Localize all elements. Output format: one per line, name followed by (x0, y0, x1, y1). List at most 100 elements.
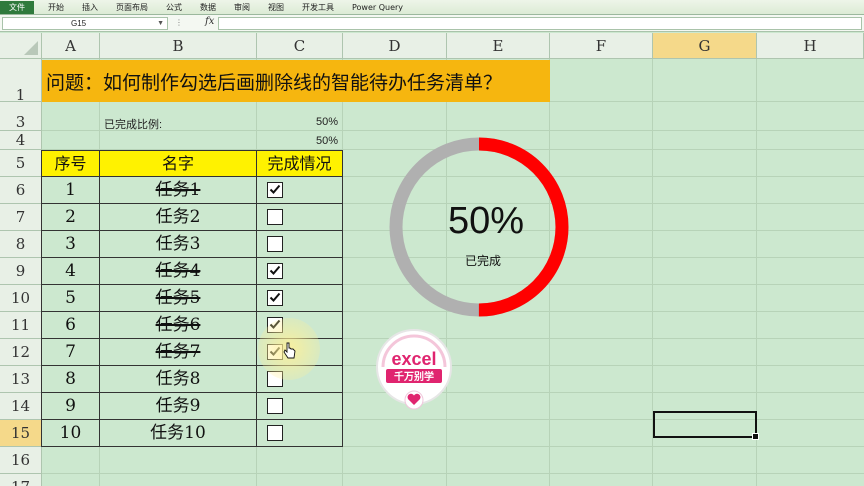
row-header-7[interactable]: 7 (0, 204, 42, 231)
column-header-h[interactable]: H (757, 33, 864, 59)
completion-ratio-value[interactable]: 50% (316, 116, 338, 128)
checkbox-unchecked[interactable] (267, 236, 283, 252)
task-status-cell (257, 204, 343, 231)
checkmark-icon (269, 184, 281, 194)
ribbon-tab-data[interactable]: 数据 (196, 1, 220, 14)
checkbox-unchecked[interactable] (267, 425, 283, 441)
column-header-g[interactable]: G (653, 33, 757, 59)
task-number-cell[interactable]: 8 (41, 366, 100, 393)
ribbon-tab-review[interactable]: 审阅 (230, 1, 254, 14)
column-header-d[interactable]: D (343, 33, 447, 59)
task-name-text: 任务2 (155, 207, 201, 227)
completion-ratio-value-2[interactable]: 50% (316, 135, 338, 147)
header-name[interactable]: 名字 (100, 150, 257, 177)
task-name-text: 任务8 (155, 369, 201, 389)
task-name-cell[interactable]: 任务9 (100, 393, 257, 420)
task-number-cell[interactable]: 6 (41, 312, 100, 339)
task-status-cell (257, 177, 343, 204)
donut-caption: 已完成 (465, 253, 501, 268)
gridline (42, 473, 864, 474)
row-header-17[interactable]: 17 (0, 474, 42, 486)
task-number-cell[interactable]: 1 (41, 177, 100, 204)
ribbon-tab-developer[interactable]: 开发工具 (298, 1, 338, 14)
row-header-1[interactable]: 1 (0, 59, 42, 104)
formula-bar: G15 ▼ ⋮ fx (0, 15, 864, 32)
task-name-text: 任务7 (155, 342, 201, 362)
column-header-f[interactable]: F (550, 33, 653, 59)
task-name-cell[interactable]: 任务10 (100, 420, 257, 447)
selected-cell-g15[interactable] (653, 411, 759, 440)
chevron-down-icon[interactable]: ▼ (157, 18, 164, 29)
task-name-cell[interactable]: 任务8 (100, 366, 257, 393)
ribbon-tab-insert[interactable]: 插入 (78, 1, 102, 14)
completion-ratio-label[interactable]: 已完成比例: (104, 116, 162, 132)
ribbon-tab-home[interactable]: 开始 (44, 1, 68, 14)
task-number-cell[interactable]: 9 (41, 393, 100, 420)
task-name-cell[interactable]: 任务2 (100, 204, 257, 231)
checkbox-unchecked[interactable] (267, 398, 283, 414)
task-number-cell[interactable]: 5 (41, 285, 100, 312)
name-box-value: G15 (71, 19, 87, 28)
task-name-cell[interactable]: 任务4 (100, 258, 257, 285)
task-number-cell[interactable]: 10 (41, 420, 100, 447)
row-header-13[interactable]: 13 (0, 366, 42, 393)
checkbox-unchecked[interactable] (267, 209, 283, 225)
task-name-text: 任务3 (155, 234, 201, 254)
row-header-16[interactable]: 16 (0, 447, 42, 474)
ribbon-tab-view[interactable]: 视图 (264, 1, 288, 14)
formula-input[interactable] (218, 17, 862, 30)
name-box[interactable]: G15 ▼ (2, 17, 168, 30)
task-number-cell[interactable]: 3 (41, 231, 100, 258)
task-name-cell[interactable]: 任务7 (100, 339, 257, 366)
excel-window: 文件 开始 插入 页面布局 公式 数据 审阅 视图 开发工具 Power Que… (0, 0, 864, 486)
task-name-cell[interactable]: 任务3 (100, 231, 257, 258)
excel-brand-logo: excel 千万别学 (376, 329, 452, 410)
task-name-text: 任务6 (155, 315, 201, 335)
row-header-6[interactable]: 6 (0, 177, 42, 204)
task-status-cell (257, 258, 343, 285)
column-header-c[interactable]: C (257, 33, 343, 59)
row-header-15[interactable]: 15 (0, 420, 42, 447)
row-header-8[interactable]: 8 (0, 231, 42, 258)
ribbon-tab-file[interactable]: 文件 (0, 1, 34, 14)
checkbox-checked[interactable] (267, 182, 283, 198)
task-number-cell[interactable]: 2 (41, 204, 100, 231)
column-header-b[interactable]: B (100, 33, 257, 59)
task-name-cell[interactable]: 任务6 (100, 312, 257, 339)
header-serial-number[interactable]: 序号 (41, 150, 100, 177)
question-title-cell[interactable]: 问题：如何制作勾选后画删除线的智能待办任务清单？ (42, 60, 550, 102)
task-status-cell (257, 231, 343, 258)
task-number-cell[interactable]: 7 (41, 339, 100, 366)
checkbox-checked[interactable] (267, 263, 283, 279)
task-name-text: 任务5 (155, 288, 201, 308)
row-header-14[interactable]: 14 (0, 393, 42, 420)
logo-wordmark: excel (391, 349, 436, 369)
task-status-cell (257, 420, 343, 447)
row-header-12[interactable]: 12 (0, 339, 42, 366)
task-name-cell[interactable]: 任务5 (100, 285, 257, 312)
ribbon-tab-bar: 文件 开始 插入 页面布局 公式 数据 审阅 视图 开发工具 Power Que… (0, 0, 864, 15)
ribbon-tab-formulas[interactable]: 公式 (162, 1, 186, 14)
ribbon-tab-power-query[interactable]: Power Query (348, 1, 407, 14)
task-status-cell (257, 393, 343, 420)
task-name-cell[interactable]: 任务1 (100, 177, 257, 204)
task-number-cell[interactable]: 4 (41, 258, 100, 285)
checkbox-checked[interactable] (267, 290, 283, 306)
checkmark-icon (269, 265, 281, 275)
row-header-10[interactable]: 10 (0, 285, 42, 312)
ribbon-tab-page-layout[interactable]: 页面布局 (112, 1, 152, 14)
insert-function-icon[interactable]: fx (205, 16, 214, 27)
column-header-e[interactable]: E (447, 33, 550, 59)
row-header-11[interactable]: 11 (0, 312, 42, 339)
row-header-3[interactable]: 3 (0, 102, 42, 131)
row-header-4[interactable]: 4 (0, 131, 42, 150)
row-header-9[interactable]: 9 (0, 258, 42, 285)
task-name-text: 任务4 (155, 261, 201, 281)
column-header-a[interactable]: A (42, 33, 100, 59)
header-completion[interactable]: 完成情况 (257, 150, 343, 177)
row-header-5[interactable]: 5 (0, 150, 42, 177)
formula-bar-separator-icon: ⋮ (175, 18, 183, 27)
hand-cursor-icon (283, 342, 296, 359)
select-all-corner[interactable] (0, 33, 42, 59)
checkmark-icon (269, 292, 281, 302)
